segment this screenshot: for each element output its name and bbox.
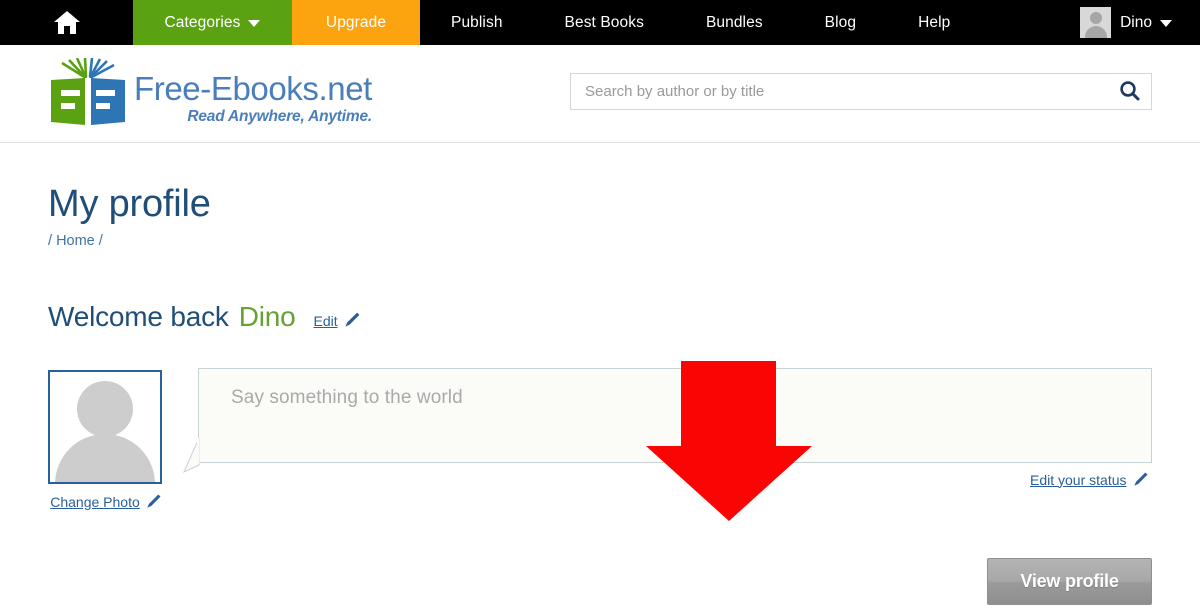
status-speech-bubble[interactable]: Say something to the world (198, 368, 1152, 463)
pencil-icon[interactable] (344, 311, 361, 333)
nav-item-label: Publish (451, 14, 503, 32)
nav-item-label: Best Books (565, 14, 644, 32)
edit-name-link[interactable]: Edit (314, 313, 338, 329)
nav-user-name: Dino (1120, 14, 1152, 32)
site-logo[interactable]: Free-Ebooks.net Read Anywhere, Anytime. (48, 58, 372, 130)
search-bar (570, 73, 1152, 110)
logo-tagline: Read Anywhere, Anytime. (134, 108, 372, 126)
nav-item-label: Blog (825, 14, 856, 32)
nav-home-button[interactable] (0, 0, 133, 45)
nav-item-help[interactable]: Help (887, 0, 981, 45)
nav-item-blog[interactable]: Blog (794, 0, 887, 45)
avatar[interactable] (48, 370, 162, 484)
breadcrumb: / Home / (48, 233, 103, 249)
nav-item-upgrade[interactable]: Upgrade (292, 0, 420, 45)
edit-status-row: Edit your status (1030, 469, 1149, 490)
page-title: My profile (48, 185, 211, 223)
nav-user-menu[interactable]: Dino (1080, 0, 1200, 45)
profile-photo-card: Change Photo (48, 370, 164, 512)
breadcrumb-prefix: / (48, 233, 52, 249)
chevron-down-icon (1160, 20, 1172, 27)
avatar-head-shape (77, 381, 133, 437)
pencil-icon[interactable] (1133, 471, 1149, 492)
view-profile-button[interactable]: View profile (987, 558, 1152, 605)
pencil-icon[interactable] (146, 493, 162, 514)
welcome-row: Welcome back Dino Edit (48, 301, 361, 333)
book-logo-icon (48, 58, 130, 130)
welcome-user-name: Dino (239, 301, 296, 333)
speech-bubble-tail-icon (183, 438, 203, 472)
nav-item-categories[interactable]: Categories (133, 0, 292, 45)
home-icon (53, 10, 81, 35)
change-photo-row: Change Photo (48, 491, 164, 512)
avatar-body-shape (55, 434, 155, 484)
chevron-down-icon (248, 20, 260, 27)
search-button[interactable] (1107, 74, 1151, 109)
top-navigation-bar: Categories Upgrade Publish Best Books Bu… (0, 0, 1200, 45)
nav-item-bundles[interactable]: Bundles (675, 0, 794, 45)
search-icon (1119, 80, 1140, 104)
nav-item-label: Bundles (706, 14, 763, 32)
edit-status-link[interactable]: Edit your status (1030, 472, 1127, 488)
logo-title: Free-Ebooks.net (134, 72, 372, 105)
status-placeholder-text: Say something to the world (231, 387, 463, 409)
site-header: Free-Ebooks.net Read Anywhere, Anytime. (0, 45, 1200, 143)
breadcrumb-home-link[interactable]: Home (56, 233, 95, 249)
change-photo-link[interactable]: Change Photo (50, 494, 140, 510)
welcome-text: Welcome back (48, 301, 229, 333)
nav-item-label: Categories (165, 14, 241, 32)
search-input[interactable] (571, 74, 1107, 109)
nav-item-label: Upgrade (326, 14, 386, 32)
nav-spacer (981, 0, 1080, 45)
nav-item-label: Help (918, 14, 950, 32)
nav-item-publish[interactable]: Publish (420, 0, 534, 45)
user-avatar-icon (1080, 7, 1111, 38)
breadcrumb-suffix: / (99, 233, 103, 249)
nav-item-best-books[interactable]: Best Books (534, 0, 675, 45)
